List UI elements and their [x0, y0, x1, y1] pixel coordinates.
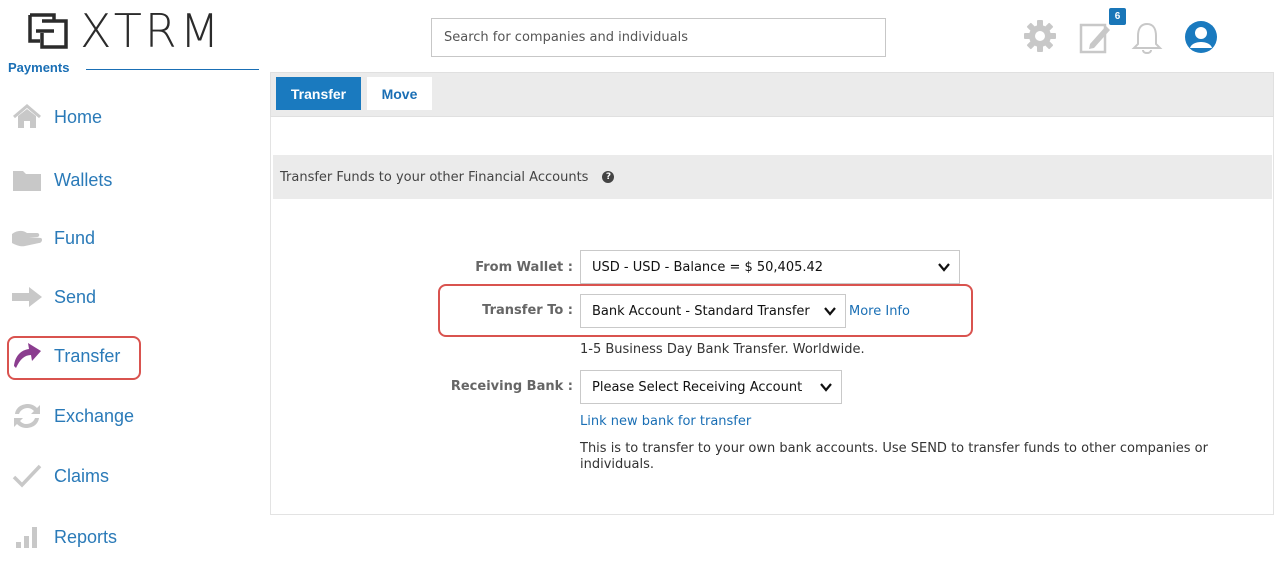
- section-header: Transfer Funds to your other Financial A…: [273, 155, 1272, 199]
- sidebar-item-send[interactable]: Send: [10, 277, 96, 317]
- notification-count-badge: 6: [1109, 8, 1126, 25]
- search-input[interactable]: [431, 18, 886, 57]
- send-arrow-icon: [10, 282, 44, 312]
- sidebar-item-label: Claims: [54, 465, 110, 486]
- exchange-icon: [10, 401, 44, 431]
- sidebar-item-label: Reports: [54, 526, 118, 547]
- tab-bar: Transfer Move: [270, 72, 1274, 117]
- sidebar-section-title: Payments: [8, 60, 76, 75]
- transfer-highlight-outline: [7, 336, 141, 380]
- receiving-bank-label: Receiving Bank :: [450, 379, 573, 394]
- user-avatar-icon[interactable]: [1184, 20, 1218, 59]
- link-new-bank-link[interactable]: Link new bank for transfer: [580, 414, 751, 429]
- sidebar-item-reports[interactable]: Reports: [10, 517, 117, 557]
- receiving-bank-select[interactable]: Please Select Receiving Account: [580, 370, 842, 404]
- home-icon: [10, 102, 44, 132]
- folder-icon: [10, 165, 44, 195]
- help-question-icon[interactable]: ?: [602, 171, 615, 183]
- bar-chart-icon: [10, 522, 44, 552]
- more-info-link[interactable]: More Info: [849, 304, 910, 319]
- from-wallet-select[interactable]: USD - USD - Balance = $ 50,405.42: [580, 250, 960, 284]
- compose-note-icon[interactable]: [1078, 20, 1114, 61]
- xtrm-logo[interactable]: XTRM: [26, 6, 222, 56]
- transfer-note: 1-5 Business Day Bank Transfer. Worldwid…: [580, 342, 865, 357]
- sidebar-item-label: Fund: [54, 227, 96, 248]
- sidebar-item-home[interactable]: Home: [10, 97, 102, 137]
- transfer-to-select[interactable]: Bank Account - Standard Transfer: [580, 294, 846, 328]
- sidebar-item-wallets[interactable]: Wallets: [10, 160, 112, 200]
- sidebar-item-label: Send: [54, 286, 97, 307]
- settings-gear-icon[interactable]: [1022, 18, 1058, 59]
- chevron-down-icon: [820, 383, 832, 392]
- tab-move[interactable]: Move: [367, 77, 432, 110]
- sidebar-item-label: Home: [54, 106, 103, 127]
- receiving-bank-value: Please Select Receiving Account: [592, 379, 803, 395]
- sidebar-item-claims[interactable]: Claims: [10, 456, 109, 496]
- fund-hand-icon: [10, 223, 44, 253]
- chevron-down-icon: [938, 263, 950, 272]
- bell-icon[interactable]: [1130, 20, 1164, 61]
- transfer-to-label: Transfer To :: [482, 303, 573, 318]
- checkmark-icon: [10, 461, 44, 491]
- sidebar-item-label: Wallets: [54, 169, 113, 190]
- sidebar-item-fund[interactable]: Fund: [10, 218, 95, 258]
- sidebar-item-label: Exchange: [54, 405, 135, 426]
- section-title: Transfer Funds to your other Financial A…: [280, 169, 589, 185]
- info-text: This is to transfer to your own bank acc…: [580, 441, 1208, 472]
- from-wallet-value: USD - USD - Balance = $ 50,405.42: [592, 259, 824, 275]
- section-divider: [86, 69, 259, 70]
- transfer-to-value: Bank Account - Standard Transfer: [592, 303, 810, 319]
- brand-name: XTRM: [80, 4, 223, 58]
- tab-transfer[interactable]: Transfer: [276, 77, 361, 110]
- chevron-down-icon: [824, 307, 836, 316]
- from-wallet-label: From Wallet :: [475, 260, 573, 275]
- sidebar-item-exchange[interactable]: Exchange: [10, 396, 134, 436]
- logo-mark-icon: [28, 13, 68, 49]
